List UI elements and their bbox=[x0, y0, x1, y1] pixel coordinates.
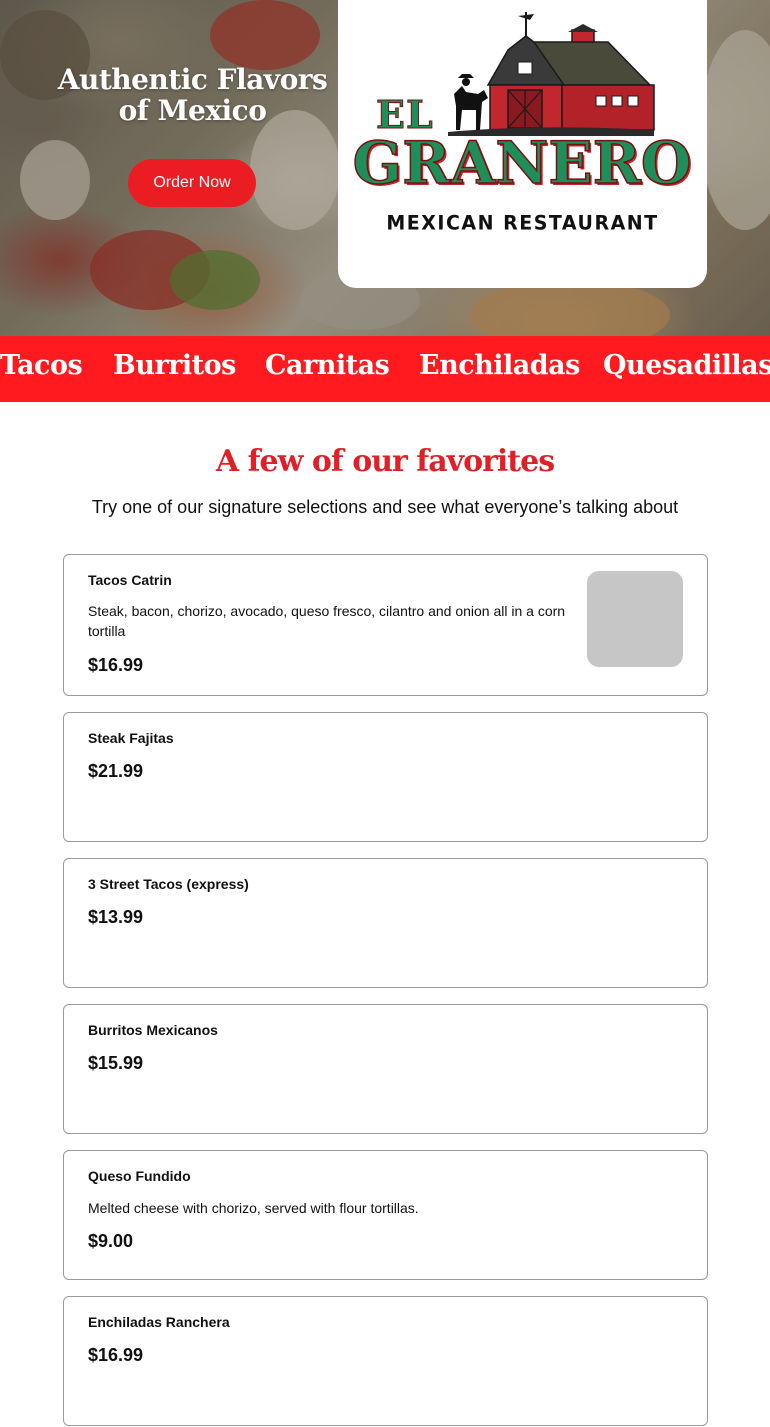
logo-subtitle: MEXICAN RESTAURANT bbox=[386, 211, 659, 235]
banner-item-enchiladas: Enchiladas bbox=[419, 350, 580, 381]
hero-section: Authentic Flavors of Mexico Order Now EL… bbox=[0, 0, 770, 336]
banner-item-carnitas: Carnitas bbox=[265, 350, 390, 381]
logo-granero-text: GRANERO bbox=[352, 128, 692, 198]
menu-item-name: 3 Street Tacos (express) bbox=[88, 876, 249, 892]
menu-item-name: Steak Fajitas bbox=[88, 730, 174, 746]
menu-item-price: $16.99 bbox=[88, 655, 144, 675]
menu-item-image-placeholder bbox=[587, 571, 683, 667]
menu-item-card[interactable]: 3 Street Tacos (express) $13.99 bbox=[63, 858, 708, 988]
menu-item-description: Melted cheese with chorizo, served with … bbox=[88, 1200, 419, 1216]
favorites-subtitle: Try one of our signature selections and … bbox=[91, 497, 679, 517]
menu-item-description: Steak, bacon, chorizo, avocado, queso fr… bbox=[88, 603, 566, 639]
order-now-button[interactable]: Order Now bbox=[128, 159, 256, 207]
menu-item-price: $21.99 bbox=[88, 761, 144, 781]
menu-item-price: $15.99 bbox=[88, 1053, 144, 1073]
menu-item-card[interactable]: Enchiladas Ranchera $16.99 bbox=[63, 1296, 708, 1426]
menu-item-card[interactable]: Steak Fajitas $21.99 bbox=[63, 712, 708, 842]
menu-item-card[interactable]: Tacos Catrin Steak, bacon, chorizo, avoc… bbox=[63, 554, 708, 696]
logo-card: EL GRANERO MEXICAN RESTAURANT bbox=[338, 0, 707, 288]
hero-headline: Authentic Flavors of Mexico bbox=[57, 63, 328, 127]
banner-item-burritos: Burritos bbox=[113, 350, 236, 381]
menu-item-name: Tacos Catrin bbox=[88, 572, 172, 588]
menu-item-price: $9.00 bbox=[88, 1231, 134, 1251]
menu-item-name: Burritos Mexicanos bbox=[88, 1022, 218, 1038]
category-banner: Tacos Burritos Carnitas Enchiladas Quesa… bbox=[0, 336, 770, 402]
menu-item-card[interactable]: Queso Fundido Melted cheese with chorizo… bbox=[63, 1150, 708, 1280]
menu-item-card[interactable]: Burritos Mexicanos $15.99 bbox=[63, 1004, 708, 1134]
menu-item-name: Queso Fundido bbox=[88, 1168, 191, 1184]
banner-item-tacos: Tacos bbox=[0, 350, 83, 381]
menu-item-name: Enchiladas Ranchera bbox=[88, 1314, 230, 1330]
menu-item-price: $16.99 bbox=[88, 1345, 144, 1365]
banner-item-quesadillas: Quesadillas bbox=[603, 350, 770, 381]
favorites-title: A few of our favorites bbox=[215, 444, 555, 479]
menu-item-price: $13.99 bbox=[88, 907, 144, 927]
